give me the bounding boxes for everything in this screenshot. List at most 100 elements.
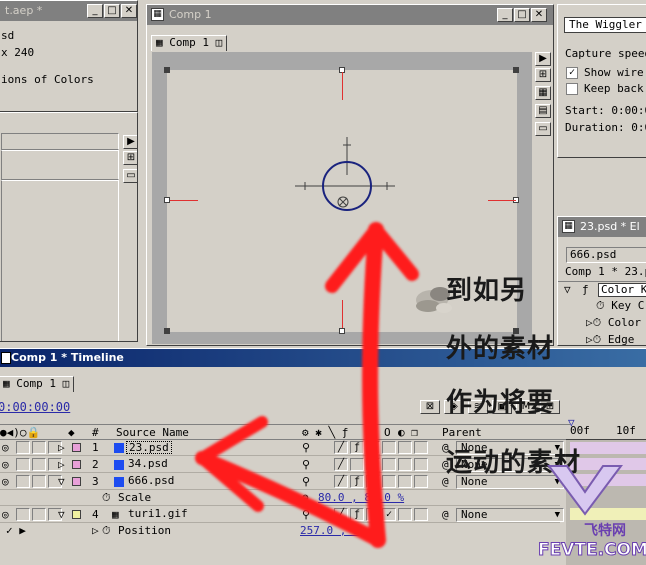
wiggler-tab-label: The Wiggler [569,18,642,31]
position-label: Position [118,524,171,537]
current-time-indicator-icon[interactable]: ▽ [568,416,575,429]
close-button[interactable]: ✕ [121,4,137,18]
video-switch-icon[interactable]: ◎ [2,475,9,488]
corner-handle[interactable] [164,67,170,73]
video-switch-icon[interactable]: ◎ [2,508,9,521]
effect-toggle-icon[interactable]: ƒ [582,283,589,296]
twirl-right-icon[interactable]: ▷ [58,441,65,454]
stopwatch-icon[interactable]: ⏱ [596,299,605,312]
footage-icon [114,443,124,453]
corner-handle[interactable] [513,67,519,73]
project-titlebar[interactable]: t.aep * _ □ ✕ [0,1,137,21]
minimize-button[interactable]: _ [497,8,513,22]
effect-breadcrumb: Comp 1 * 23.p [565,265,646,278]
video-switch-icon[interactable]: ◎ [2,458,9,471]
ruler-label-10: 10f [616,424,636,437]
corner-handle[interactable] [164,328,170,334]
video-switch-icon[interactable]: ◎ [2,441,9,454]
twirl-down-icon[interactable]: ▽ [58,475,65,488]
show-wireframe-checkbox[interactable]: ✓ [566,67,578,79]
stopwatch-icon[interactable]: ⏱ [102,524,111,538]
pick-whip-icon[interactable]: @ [442,508,449,521]
time-ruler[interactable]: 00f 10f ▽ [566,416,646,440]
keep-background-label: Keep back [584,82,644,95]
duration-time: Duration: 0:0 [565,121,646,134]
layer-name[interactable]: 666.psd [126,475,176,488]
comp-side-toolbar: ▶ ⊞ ▦ ▤ ▭ [535,52,553,152]
label-color-chip[interactable] [72,510,81,519]
source-name-header[interactable]: Source Name [116,426,189,439]
stopwatch-icon[interactable]: ⏱ [593,333,602,345]
twirl-down-icon[interactable]: ▽ [564,283,571,296]
solo-switch[interactable] [32,508,46,521]
tab-timeline-comp-1[interactable]: ▦ Comp 1 ◫ [0,376,75,392]
layer-number-header: # [92,426,99,439]
solo-switch[interactable] [32,458,46,471]
label-color-chip[interactable] [72,460,81,469]
wiggler-panel: The Wiggler Capture speed ✓ Show wire Ke… [557,4,646,158]
parent-header[interactable]: Parent [442,426,482,439]
project-info-line-3: ions of Colors [1,73,94,86]
label-color-chip[interactable] [72,443,81,452]
list-icon[interactable]: ▭ [535,122,551,136]
effect-controls-titlebar[interactable]: ▦ 23.psd * El [558,217,646,237]
solo-switch[interactable] [32,441,46,454]
twirl-right-icon[interactable]: ▷ [58,458,65,471]
layer-field-value: 666.psd [570,248,617,261]
timeline-title: Comp 1 * Timeline [11,351,124,364]
grid-icon[interactable]: ▤ [535,104,551,118]
comp-titlebar[interactable]: ▦ Comp 1 _ □ ✕ [147,5,553,25]
stopwatch-icon[interactable]: ⏱ [593,316,602,329]
layer-number: 2 [92,458,99,471]
maximize-button[interactable]: □ [514,8,530,22]
comp-icon: ▦ [151,8,164,21]
audio-switch[interactable] [16,441,30,454]
effect-prop-key-color[interactable]: ⏱ Key C [596,299,644,313]
solo-switch[interactable] [32,475,46,488]
keyframe-check-icon[interactable]: ✓ ▶ [6,524,26,537]
maximize-button[interactable]: □ [104,4,120,18]
footage-icon: ▦ [112,508,119,521]
twirl-right-icon[interactable]: ▷ [586,333,593,345]
annotation-line-2: 外的素材 [446,334,555,364]
audio-switch[interactable] [16,508,30,521]
project-list-area[interactable] [1,133,119,341]
checkmark-icon: ✓ [568,67,576,78]
effect-row[interactable]: ▽ ƒ Color K [558,281,646,297]
label-header-icon: ◆ [68,426,75,439]
effect-prop-edge[interactable]: ▷⏱ Edge [586,333,634,345]
layer-name[interactable]: 23.psd [126,441,172,454]
minimize-button[interactable]: _ [87,4,103,18]
layer-name[interactable]: 34.psd [126,458,170,471]
layer-field[interactable]: 666.psd [566,247,646,263]
show-wireframe-label: Show wire [584,66,644,79]
keep-background-checkbox[interactable] [566,83,578,95]
timeline-tab-label: Comp 1 [16,377,56,390]
watermark-cn: 飞特网 [584,523,626,539]
panel-menu-arrow-icon[interactable]: ▶ [535,52,551,66]
list-scroll-icon[interactable]: ▭ [123,169,137,183]
panel-menu-arrow-icon[interactable]: ▶ [123,135,137,149]
comp-title: Comp 1 [169,8,212,21]
effect-prop-color[interactable]: ▷⏱ Color [586,316,641,330]
tab-the-wiggler[interactable]: The Wiggler [564,17,646,33]
flowchart-icon[interactable]: ⊞ [123,151,137,165]
flowchart-icon[interactable]: ⊞ [535,68,551,82]
tab-menu-icon[interactable]: ◫ [216,36,223,49]
twirl-right-icon[interactable]: ▷ [92,524,99,537]
twirl-right-icon[interactable]: ▷ [586,316,593,329]
audio-switch[interactable] [16,475,30,488]
twirl-down-icon[interactable]: ▽ [58,508,65,521]
close-button[interactable]: ✕ [531,8,547,22]
label-color-chip[interactable] [72,477,81,486]
audio-switch[interactable] [16,458,30,471]
tab-comp-1[interactable]: ▦ Comp 1 ◫ [151,35,228,51]
current-time[interactable]: 0:00:00:00 [0,400,70,414]
composition-icon[interactable]: ▦ [535,86,551,100]
comp-tab-label: Comp 1 [169,36,209,49]
annotation-line-1: 到如另 [446,276,528,306]
layer-bar[interactable] [570,442,646,454]
stopwatch-icon[interactable]: ⏱ [102,491,111,505]
tab-menu-icon[interactable]: ◫ [63,377,70,390]
effect-name: Color K [598,283,646,297]
